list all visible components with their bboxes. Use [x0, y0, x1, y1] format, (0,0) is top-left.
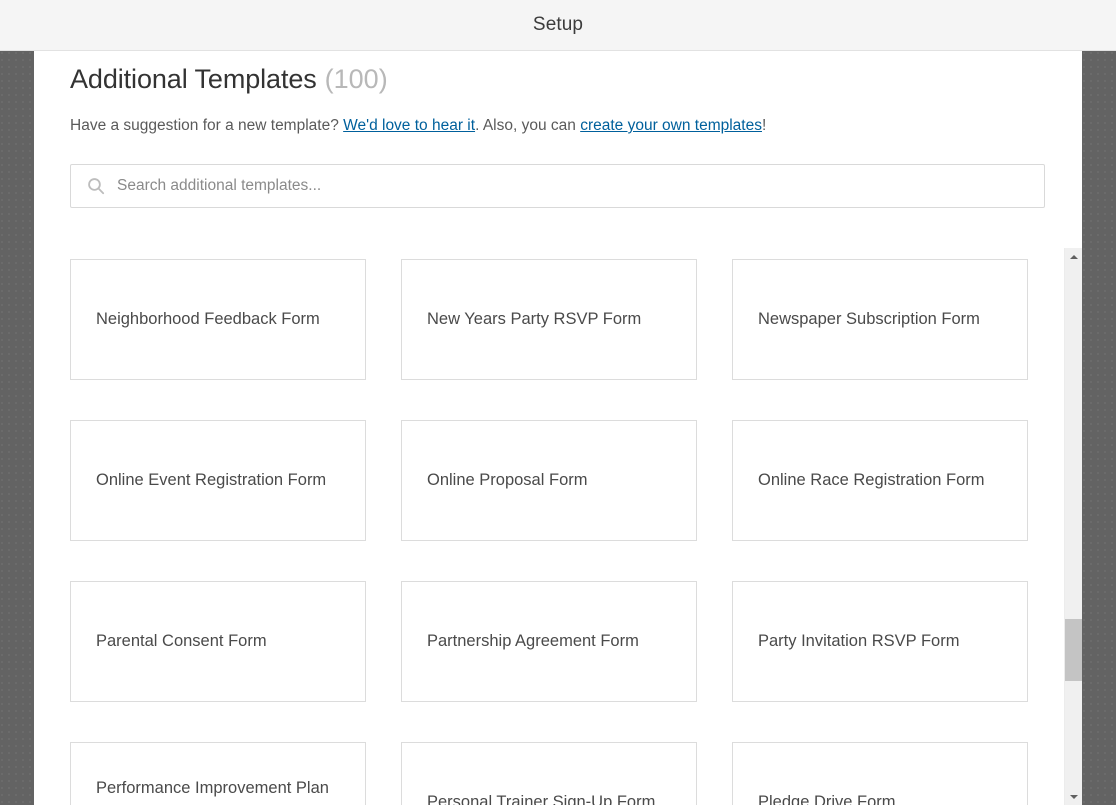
setup-window: Setup Additional Templates (100) Have a s…: [0, 0, 1116, 805]
template-list-scrollbar[interactable]: [1064, 248, 1082, 805]
template-card[interactable]: Personal Trainer Sign-Up Form: [401, 742, 697, 805]
template-card-label: Online Event Registration Form: [96, 471, 327, 489]
template-card[interactable]: Partnership Agreement Form: [401, 581, 697, 702]
template-card-label: New Years Party RSVP Form: [427, 310, 642, 328]
backdrop-right: [1082, 51, 1116, 805]
template-card[interactable]: Pledge Drive Form: [732, 742, 1028, 805]
template-card[interactable]: Online Proposal Form: [401, 420, 697, 541]
template-grid: Neighborhood Feedback Form New Years Part…: [70, 248, 1064, 805]
template-card[interactable]: New Years Party RSVP Form: [401, 259, 697, 380]
suggestion-suffix: !: [761, 117, 767, 134]
page-title-text: Additional Templates: [70, 64, 317, 94]
template-card-label: Personal Trainer Sign-Up Form: [427, 793, 656, 805]
window-title: Setup: [532, 14, 584, 35]
template-list-viewport: Neighborhood Feedback Form New Years Part…: [70, 248, 1064, 805]
template-card-label: Party Invitation RSVP Form: [758, 632, 960, 650]
template-card[interactable]: Online Event Registration Form: [70, 420, 366, 541]
template-card[interactable]: Neighborhood Feedback Form: [70, 259, 366, 380]
feedback-link[interactable]: We'd love to hear it: [343, 117, 475, 134]
create-templates-link[interactable]: create your own templates: [580, 117, 762, 134]
window-titlebar: Setup: [0, 0, 1116, 51]
scrollbar-thumb[interactable]: [1065, 619, 1082, 681]
template-card-label: Performance Improvement Plan Form: [96, 778, 329, 797]
template-card-label: Neighborhood Feedback Form: [96, 310, 320, 328]
scroll-down-button[interactable]: [1065, 788, 1082, 805]
chevron-down-icon: [1069, 794, 1078, 799]
template-card-label: Newspaper Subscription Form: [758, 310, 980, 328]
template-card-label: Online Proposal Form: [427, 471, 588, 489]
template-card-label: Parental Consent Form: [96, 632, 267, 650]
template-card[interactable]: Performance Improvement Plan Form: [70, 742, 366, 805]
template-card[interactable]: Party Invitation RSVP Form: [732, 581, 1028, 702]
template-card-label: Online Race Registration Form: [758, 471, 985, 489]
content-sheet: Additional Templates (100) Have a suggest…: [34, 51, 1082, 805]
backdrop-left: [0, 51, 34, 805]
chevron-up-icon: [1069, 254, 1078, 259]
template-card[interactable]: Newspaper Subscription Form: [732, 259, 1028, 380]
suggestion-prefix: Have a suggestion for a new template?: [70, 117, 344, 134]
template-card-label: Pledge Drive Form: [758, 793, 896, 805]
search-icon: [88, 178, 105, 195]
template-card[interactable]: Online Race Registration Form: [732, 420, 1028, 541]
search-box[interactable]: [70, 164, 1045, 208]
page-title: Additional Templates (100): [70, 64, 388, 95]
template-card[interactable]: Parental Consent Form: [70, 581, 366, 702]
suggestion-text: Have a suggestion for a new template? We…: [70, 116, 766, 136]
scroll-up-button[interactable]: [1065, 248, 1082, 265]
search-input[interactable]: [117, 166, 1032, 206]
template-count: (100): [324, 64, 388, 94]
suggestion-middle: . Also, you can: [475, 117, 581, 134]
template-card-label: Partnership Agreement Form: [427, 632, 639, 650]
